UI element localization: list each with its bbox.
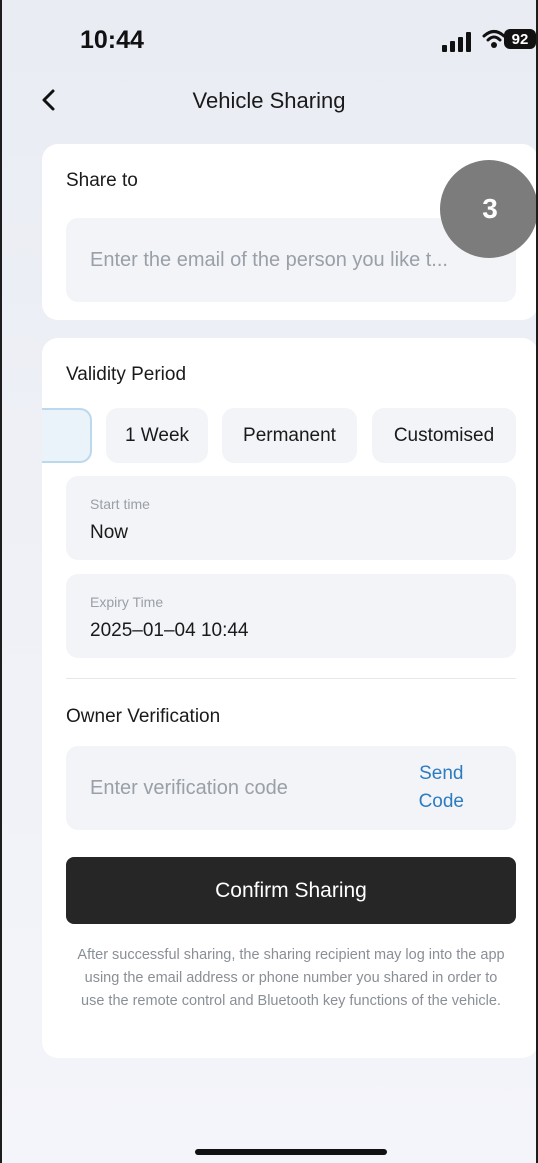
- owner-verification-label: Owner Verification: [66, 706, 221, 727]
- status-bar: 10:44 92: [2, 0, 536, 80]
- battery-level: 92: [504, 29, 536, 49]
- step-number-badge: 3: [440, 160, 536, 258]
- expiry-time-label: Expiry Time: [90, 594, 164, 610]
- wifi-icon: [482, 30, 506, 48]
- selected-period-chip[interactable]: [42, 408, 92, 463]
- phone-screen: 10:44 92 Vehicle Sharing Share to Enter …: [0, 0, 538, 1163]
- page-title: Vehicle Sharing: [192, 88, 346, 113]
- section-divider: [66, 678, 516, 679]
- sharing-note: After successful sharing, the sharing re…: [77, 947, 505, 1009]
- cellular-signal-icon: [442, 32, 471, 52]
- status-time: 10:44: [80, 26, 144, 54]
- send-code-line-2: Code: [418, 791, 464, 812]
- send-code-link[interactable]: Send Code: [419, 760, 464, 816]
- period-option-1-week[interactable]: 1 Week: [106, 408, 208, 463]
- home-indicator[interactable]: [195, 1149, 387, 1155]
- battery-indicator: 92: [504, 29, 536, 49]
- share-to-label: Share to: [66, 170, 138, 191]
- confirm-sharing-button[interactable]: Confirm Sharing: [66, 857, 516, 924]
- validity-period-label: Validity Period: [66, 364, 187, 385]
- start-time-value: Now: [90, 522, 129, 543]
- validity-card: Validity Period 1 Week Permanent Customi…: [42, 338, 536, 1058]
- email-placeholder: Enter the email of the person you like t…: [90, 249, 448, 271]
- send-code-line-1: Send: [419, 763, 464, 784]
- expiry-time-value: 2025–01–04 10:44: [90, 620, 249, 641]
- navigation-bar: Vehicle Sharing: [2, 76, 536, 126]
- start-time-field[interactable]: Start time Now: [66, 476, 516, 560]
- verification-code-input[interactable]: Enter verification code Send Code: [66, 746, 516, 830]
- period-option-permanent[interactable]: Permanent: [222, 408, 357, 463]
- period-option-customised[interactable]: Customised: [372, 408, 516, 463]
- verification-code-placeholder: Enter verification code: [90, 777, 288, 799]
- expiry-time-field[interactable]: Expiry Time 2025–01–04 10:44: [66, 574, 516, 658]
- start-time-label: Start time: [90, 496, 150, 512]
